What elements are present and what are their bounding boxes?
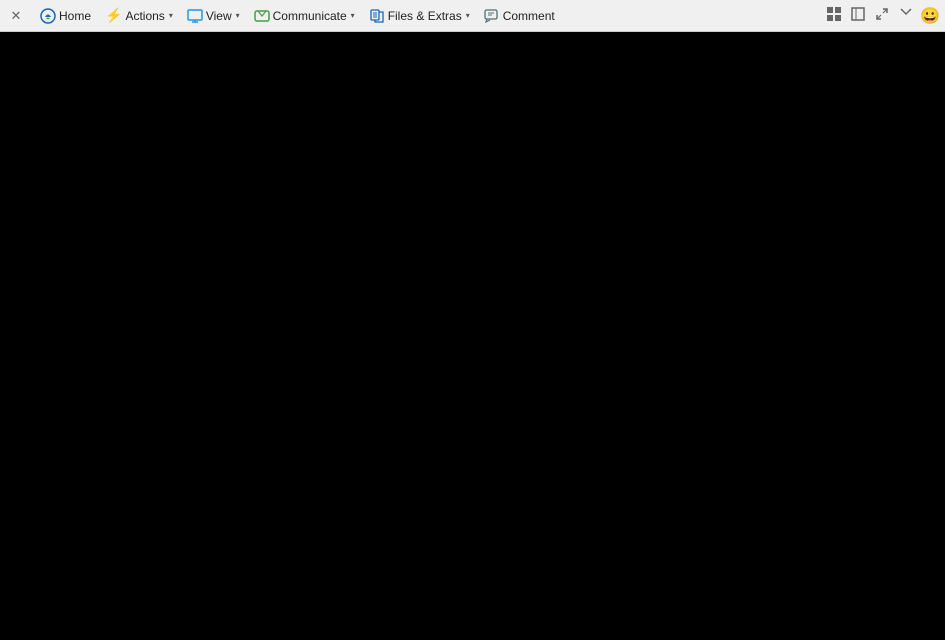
collapse-button[interactable] bbox=[895, 5, 917, 27]
actions-chevron-icon: ▾ bbox=[169, 11, 173, 20]
comment-button[interactable]: Comment bbox=[478, 3, 561, 29]
actions-icon: ⚡ bbox=[105, 7, 122, 24]
comment-label: Comment bbox=[503, 9, 555, 23]
comment-icon bbox=[484, 8, 500, 24]
resize-icon bbox=[851, 7, 865, 24]
collapse-icon bbox=[899, 7, 913, 24]
home-button[interactable]: Home bbox=[34, 3, 97, 29]
main-content bbox=[0, 32, 945, 640]
home-label: Home bbox=[59, 9, 91, 23]
expand-button[interactable] bbox=[871, 5, 893, 27]
files-icon bbox=[369, 8, 385, 24]
home-icon bbox=[40, 8, 56, 24]
grid-view-button[interactable] bbox=[823, 5, 845, 27]
view-icon bbox=[187, 8, 203, 24]
close-button[interactable]: ✕ bbox=[4, 4, 28, 28]
smiley-button[interactable]: 😀 bbox=[919, 5, 941, 27]
view-button[interactable]: View ▾ bbox=[181, 3, 246, 29]
files-extras-label: Files & Extras bbox=[388, 9, 462, 23]
view-label: View bbox=[206, 9, 232, 23]
actions-label: Actions bbox=[125, 9, 164, 23]
close-icon: ✕ bbox=[11, 8, 22, 24]
communicate-icon bbox=[254, 8, 270, 24]
resize-button[interactable] bbox=[847, 5, 869, 27]
communicate-button[interactable]: Communicate ▾ bbox=[248, 3, 361, 29]
view-chevron-icon: ▾ bbox=[236, 11, 240, 20]
communicate-label: Communicate bbox=[273, 9, 347, 23]
files-extras-button[interactable]: Files & Extras ▾ bbox=[363, 3, 476, 29]
communicate-chevron-icon: ▾ bbox=[351, 11, 355, 20]
actions-button[interactable]: ⚡ Actions ▾ bbox=[99, 3, 179, 29]
expand-icon bbox=[875, 7, 889, 24]
smiley-icon: 😀 bbox=[920, 6, 940, 26]
grid-icon bbox=[827, 7, 841, 24]
right-toolbar: 😀 bbox=[823, 5, 941, 27]
toolbar: ✕ Home ⚡ Actions ▾ View ▾ bbox=[0, 0, 945, 32]
files-chevron-icon: ▾ bbox=[466, 11, 470, 20]
